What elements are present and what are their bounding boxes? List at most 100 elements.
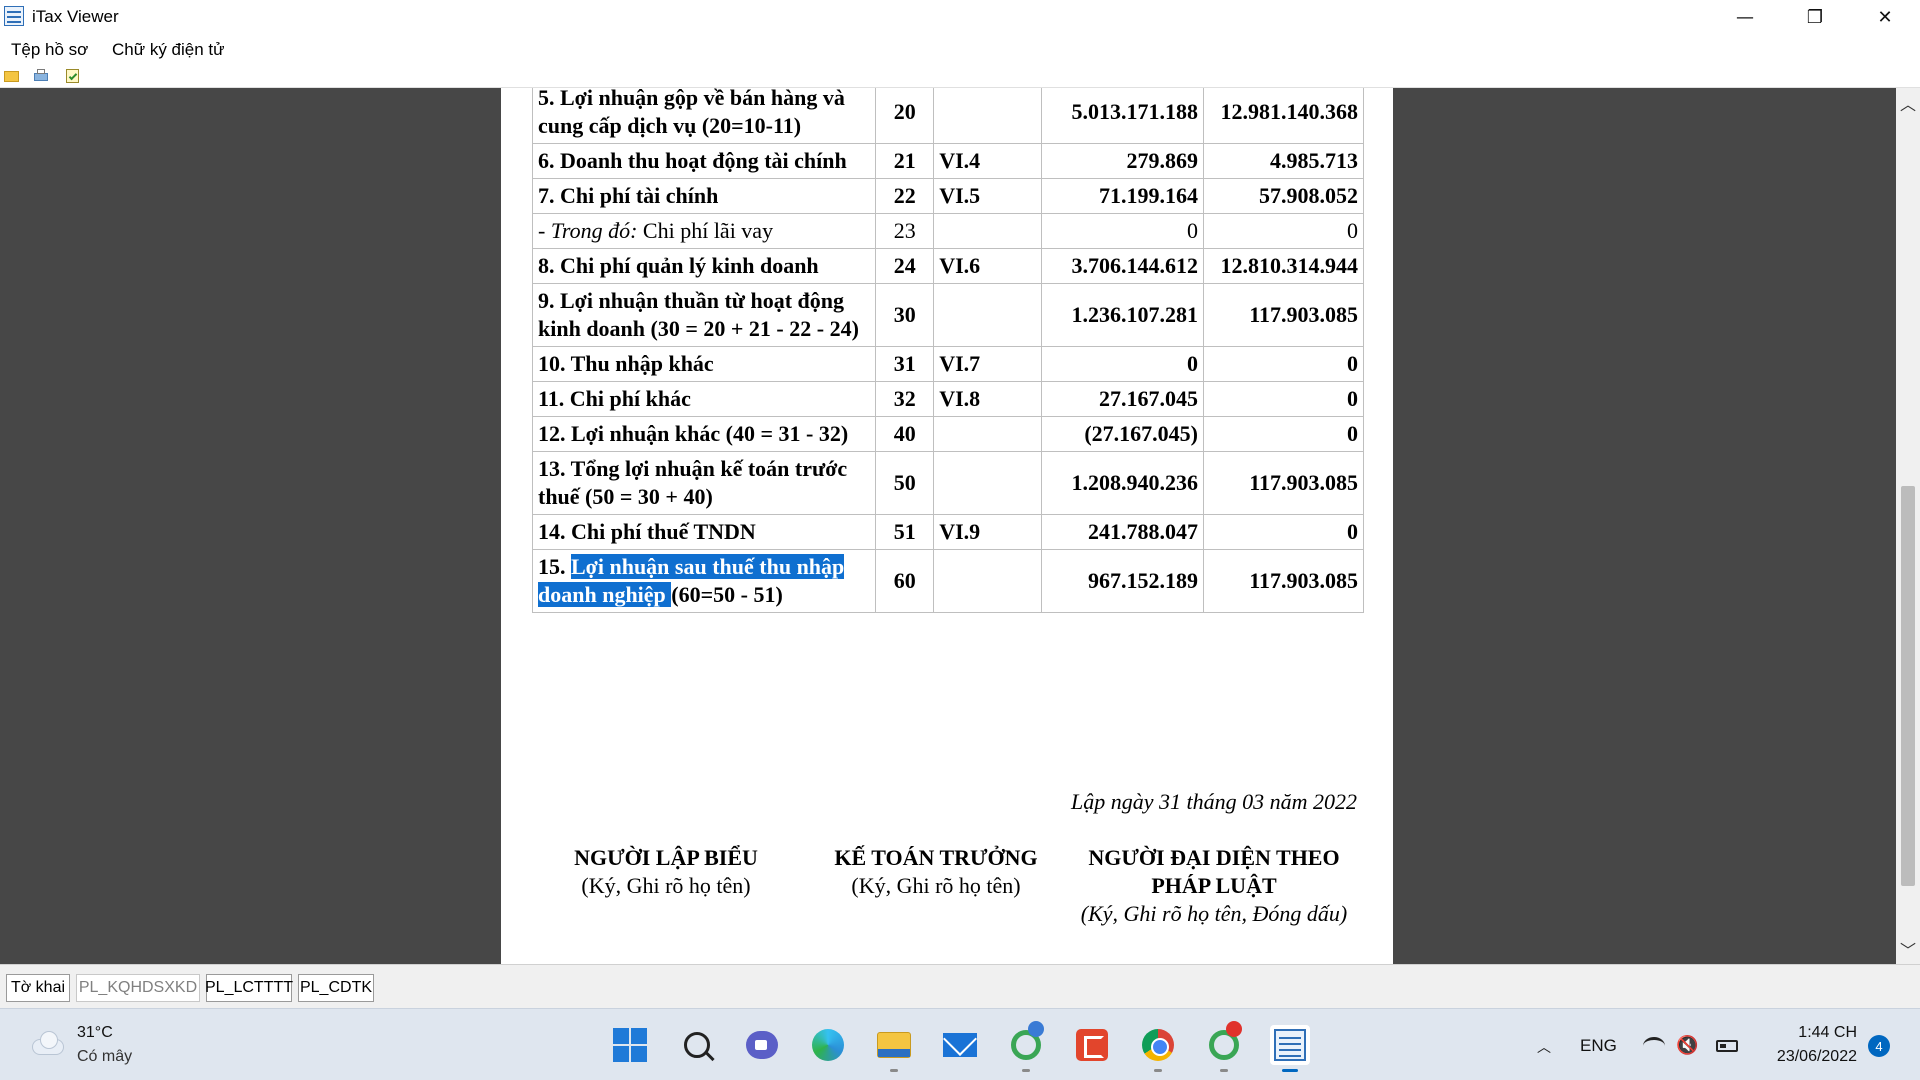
minimize-button[interactable]: — [1710,0,1780,34]
row-code: 30 [875,283,935,347]
green-app-icon[interactable] [1006,1021,1046,1072]
scroll-down-button[interactable]: ﹀ [1896,934,1920,964]
row-current-value: 1.208.940.236 [1041,451,1204,515]
itax-viewer-icon[interactable] [1270,1025,1310,1072]
row-previous-value: 0 [1202,514,1365,550]
row-label: 14. Chi phí thuế TNDN [531,514,877,550]
menu-item-digital-signature[interactable]: Chữ ký điện tử [112,40,225,60]
row-label: - Trong đó: Chi phí lãi vay [531,213,877,249]
document-page: 5. Lợi nhuận gộp về bán hàng và cung cấp… [501,88,1393,964]
row-label: 11. Chi phí khác [531,381,877,417]
battery-icon[interactable] [1716,1040,1738,1052]
close-button[interactable]: ✕ [1850,0,1920,34]
row-current-value: 0 [1041,346,1204,382]
row-previous-value: 117.903.085 [1202,451,1365,515]
row-note: VI.5 [933,178,1043,214]
tray-overflow-chevron-icon[interactable]: ︿ [1537,1037,1551,1057]
clock-date[interactable]: 23/06/2022 [1762,1048,1857,1066]
table-row: 15. Lợi nhuận sau thuế thu nhập doanh ng… [531,549,1365,613]
table-row: 9. Lợi nhuận thuần từ hoạt động kinh doa… [531,283,1365,347]
input-language[interactable]: ENG [1580,1036,1617,1056]
row-code: 23 [875,213,935,249]
row-current-value: 27.167.045 [1041,381,1204,417]
row-previous-value: 4.985.713 [1202,143,1365,179]
scrollbar-thumb[interactable] [1901,486,1915,886]
edge-icon[interactable] [808,1025,848,1065]
menu-item-file[interactable]: Tệp hồ sơ [11,40,88,60]
signature-title: NGƯỜI LẬP BIỂU [574,845,758,870]
row-label[interactable]: 15. Lợi nhuận sau thuế thu nhập doanh ng… [531,549,877,613]
chrome-icon[interactable] [1138,1025,1178,1072]
print-icon[interactable] [32,68,50,84]
row-current-value: 71.199.164 [1041,178,1204,214]
signature-subtitle: (Ký, Ghi rõ họ tên) [581,873,751,898]
signature-title: KẾ TOÁN TRƯỞNG [834,845,1038,870]
row-previous-value: 57.908.052 [1202,178,1365,214]
table-row: 11. Chi phí khác 32 VI.8 27.167.045 0 [531,381,1365,417]
row-previous-value: 117.903.085 [1202,283,1365,347]
row-note [933,451,1043,515]
weather-description[interactable]: Có mây [77,1048,132,1066]
table-row: 13. Tổng lợi nhuận kế toán trước thuế (5… [531,451,1365,515]
row-code: 20 [875,88,935,144]
row-label: 5. Lợi nhuận gộp về bán hàng và cung cấp… [531,88,877,144]
row-current-value: 241.788.047 [1041,514,1204,550]
sheet-tab-bar: Tờ khai PL_KQHDSXKD PL_LCTTTT PL_CDTK [0,964,1920,1008]
scroll-up-button[interactable]: ︿ [1896,88,1920,118]
tab-pl-kqhdsxkd[interactable]: PL_KQHDSXKD [76,974,200,1002]
weather-temperature[interactable]: 31°C [77,1024,113,1042]
vertical-scrollbar[interactable]: ︿ ﹀ [1896,88,1920,964]
row-current-value: (27.167.045) [1041,416,1204,452]
row-label-italic: Trong đó: [550,218,638,243]
file-explorer-icon[interactable] [874,1025,914,1072]
chat-icon[interactable] [742,1025,782,1065]
tab-pl-lctttt[interactable]: PL_LCTTTT [205,974,293,1002]
sign-document-icon[interactable] [64,68,82,84]
row-previous-value: 0 [1202,346,1365,382]
report-date-line: Lập ngày 31 tháng 03 năm 2022 [1071,789,1357,814]
green-app-2-icon[interactable] [1204,1021,1244,1072]
row-label: 10. Thu nhập khác [531,346,877,382]
row-current-value: 3.706.144.612 [1041,248,1204,284]
table-row: 7. Chi phí tài chính 22 VI.5 71.199.164 … [531,178,1365,214]
clock-time[interactable]: 1:44 CH [1762,1024,1857,1042]
tab-to-khai[interactable]: Tờ khai [6,974,70,1002]
row-code: 32 [875,381,935,417]
row-label-rest: (60=50 - 51) [671,582,783,607]
row-note [933,213,1043,249]
volume-muted-icon[interactable]: 🔇 [1676,1035,1698,1056]
row-label-prefix: 15. [538,554,571,579]
row-previous-value: 0 [1202,213,1365,249]
row-previous-value: 0 [1202,381,1365,417]
table-row: 12. Lợi nhuận khác (40 = 31 - 32) 40 (27… [531,416,1365,452]
tab-pl-cdtk[interactable]: PL_CDTK [298,974,374,1002]
signature-title: NGƯỜI ĐẠI DIỆN THEO PHÁP LUẬT [1088,845,1340,898]
maximize-button[interactable]: ❐ [1780,0,1850,34]
signature-subtitle: (Ký, Ghi rõ họ tên) [851,873,1021,898]
row-note [933,549,1043,613]
row-previous-value: 12.810.314.944 [1202,248,1365,284]
row-code: 24 [875,248,935,284]
search-icon[interactable] [677,1025,717,1065]
window-title: iTax Viewer [32,7,119,26]
row-code: 21 [875,143,935,179]
mail-icon[interactable] [940,1025,980,1065]
menu-bar: Tệp hồ sơ Chữ ký điện tử [0,34,1920,64]
snip-icon[interactable] [1072,1025,1112,1065]
row-current-value: 279.869 [1041,143,1204,179]
open-folder-icon[interactable] [3,68,21,84]
wifi-icon[interactable] [1643,1037,1665,1055]
notification-badge[interactable]: 4 [1868,1035,1890,1057]
itax-app-icon [4,6,24,26]
table-row: 5. Lợi nhuận gộp về bán hàng và cung cấp… [531,88,1365,144]
row-note: VI.7 [933,346,1043,382]
row-current-value: 1.236.107.281 [1041,283,1204,347]
row-note: VI.6 [933,248,1043,284]
document-viewer[interactable]: 5. Lợi nhuận gộp về bán hàng và cung cấp… [0,88,1896,964]
row-label: 6. Doanh thu hoạt động tài chính [531,143,877,179]
row-note: VI.9 [933,514,1043,550]
cloud-icon[interactable] [28,1029,68,1057]
row-current-value: 5.013.171.188 [1041,88,1204,144]
windows-start-icon[interactable] [610,1025,650,1065]
title-bar: iTax Viewer — ❐ ✕ [0,0,1920,34]
